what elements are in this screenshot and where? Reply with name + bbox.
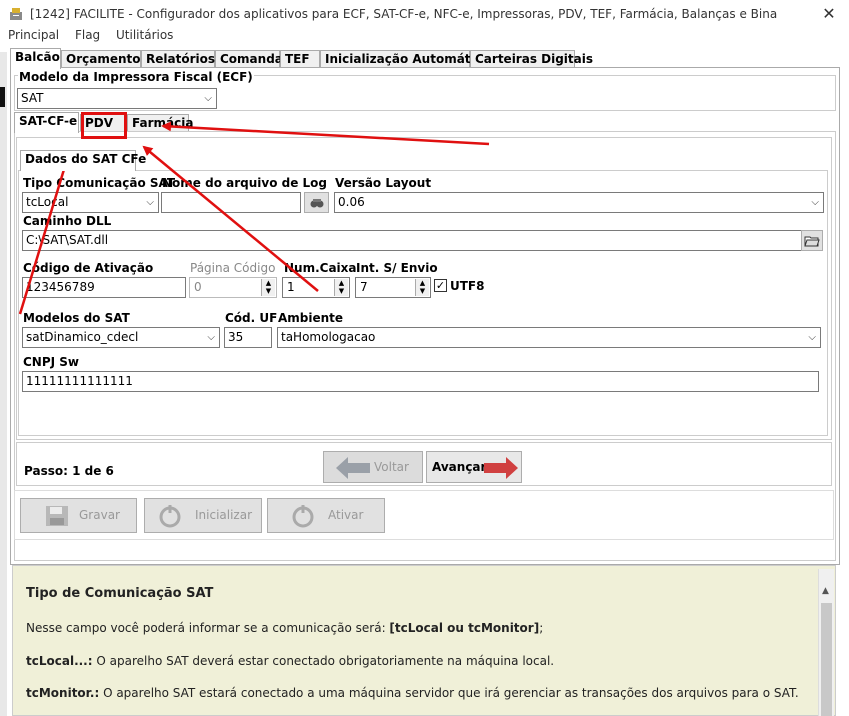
tab-sat-cfe[interactable]: SAT-CF-e	[14, 112, 79, 133]
tab-dados-sat[interactable]: Dados do SAT CFe	[20, 150, 146, 171]
arrow-to-dados-sat-tab	[18, 151, 72, 315]
tab-balcao[interactable]: Balcão	[10, 48, 61, 69]
annotation-arrows	[18, 121, 490, 315]
arrow-to-farmacia-tab	[161, 121, 490, 146]
arrow-to-pdv-tab	[142, 145, 319, 292]
